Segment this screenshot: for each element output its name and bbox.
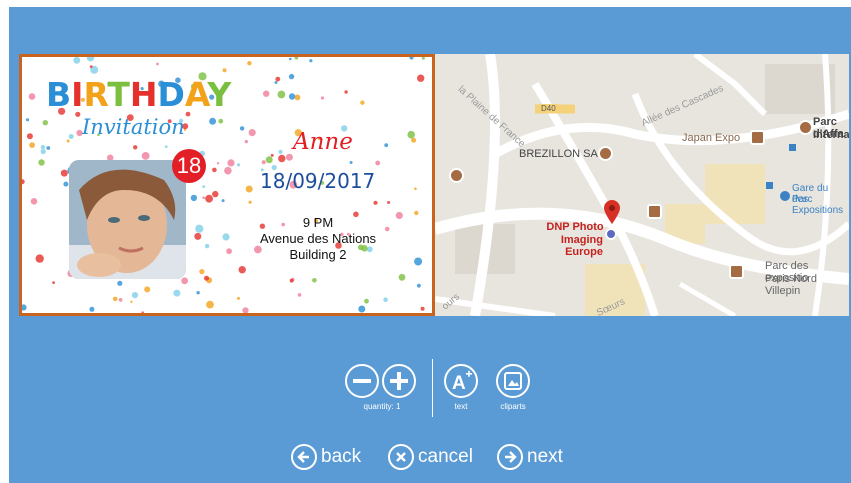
title-letter: T bbox=[107, 75, 130, 114]
decrease-quantity-button[interactable] bbox=[345, 364, 379, 398]
poi-parc-affaires-label-2: Internation bbox=[813, 129, 849, 141]
portrait-image bbox=[69, 160, 186, 279]
birthday-title: BIRTHDAY bbox=[46, 75, 231, 114]
poi-icon bbox=[647, 204, 662, 219]
map-pin-icon[interactable] bbox=[603, 199, 621, 225]
event-address-line2: Building 2 bbox=[289, 247, 347, 262]
parc-expo-label-2: Paris Nord Villepin bbox=[765, 273, 817, 297]
invitation-card[interactable]: BIRTHDAY Invitation 18 Anne 18/09/2017 9… bbox=[19, 54, 435, 316]
toolbar-divider bbox=[432, 359, 433, 417]
minus-icon bbox=[353, 379, 371, 383]
portrait-photo[interactable] bbox=[69, 160, 186, 279]
event-time: 9 PM bbox=[302, 215, 334, 230]
poi-japan-expo-label: Japan Expo bbox=[682, 132, 741, 144]
transit-icon bbox=[766, 182, 773, 189]
event-address-line1: Avenue des Nations bbox=[259, 231, 377, 246]
title-letter: R bbox=[83, 75, 108, 114]
editor-screen: BIRTHDAY Invitation 18 Anne 18/09/2017 9… bbox=[9, 7, 851, 483]
poi-icon bbox=[449, 168, 464, 183]
back-button[interactable]: back bbox=[291, 444, 361, 470]
transit-icon bbox=[789, 144, 796, 151]
design-canvas: BIRTHDAY Invitation 18 Anne 18/09/2017 9… bbox=[19, 54, 849, 316]
close-icon bbox=[388, 444, 414, 470]
road-d40-label: D40 bbox=[539, 104, 558, 113]
quantity-caption: quantity: 1 bbox=[363, 402, 401, 411]
clipart-icon bbox=[504, 372, 522, 390]
age-badge: 18 bbox=[172, 149, 206, 183]
add-text-icon: A bbox=[452, 370, 472, 394]
increase-quantity-button[interactable] bbox=[382, 364, 416, 398]
back-label: back bbox=[321, 446, 362, 467]
business-icon bbox=[605, 228, 617, 240]
cliparts-caption: cliparts bbox=[500, 402, 526, 411]
title-letter: H bbox=[129, 75, 158, 114]
poi-icon bbox=[729, 264, 744, 279]
add-text-glyph: A bbox=[452, 373, 466, 394]
gare-label-2: des Expositions bbox=[792, 194, 844, 216]
invitation-subtitle: Invitation bbox=[82, 115, 185, 139]
guest-name: Anne bbox=[293, 129, 353, 155]
cancel-label: cancel bbox=[418, 446, 473, 467]
cancel-button[interactable]: cancel bbox=[388, 444, 473, 470]
train-station-icon bbox=[780, 191, 790, 201]
poi-japan-expo-icon bbox=[750, 130, 765, 145]
title-letter: A bbox=[184, 75, 208, 114]
dnp-label-2: Imaging Europe bbox=[560, 234, 603, 258]
add-clipart-button[interactable] bbox=[496, 364, 530, 398]
add-text-button[interactable]: A bbox=[444, 364, 478, 398]
text-caption: text bbox=[454, 402, 468, 411]
title-letter: I bbox=[71, 75, 84, 114]
title-letter: Y bbox=[207, 75, 232, 114]
plus-icon bbox=[390, 372, 408, 390]
location-map[interactable]: D40 la Plaine de France Allée des Cascad… bbox=[435, 54, 849, 316]
next-button[interactable]: next bbox=[497, 444, 563, 470]
next-label: next bbox=[527, 446, 563, 467]
title-letter: B bbox=[46, 75, 72, 114]
poi-brezillon-label: BREZILLON SA bbox=[519, 148, 598, 160]
poi-parc-affaires-icon bbox=[798, 120, 813, 135]
back-arrow-icon bbox=[291, 444, 317, 470]
event-date: 18/09/2017 bbox=[260, 169, 376, 193]
poi-brezillon-icon bbox=[598, 146, 613, 161]
next-arrow-icon bbox=[497, 444, 523, 470]
dnp-label-1: DNP Photo bbox=[546, 221, 604, 233]
title-letter: D bbox=[157, 75, 185, 114]
event-details: 9 PM Avenue des Nations Building 2 bbox=[248, 215, 388, 263]
